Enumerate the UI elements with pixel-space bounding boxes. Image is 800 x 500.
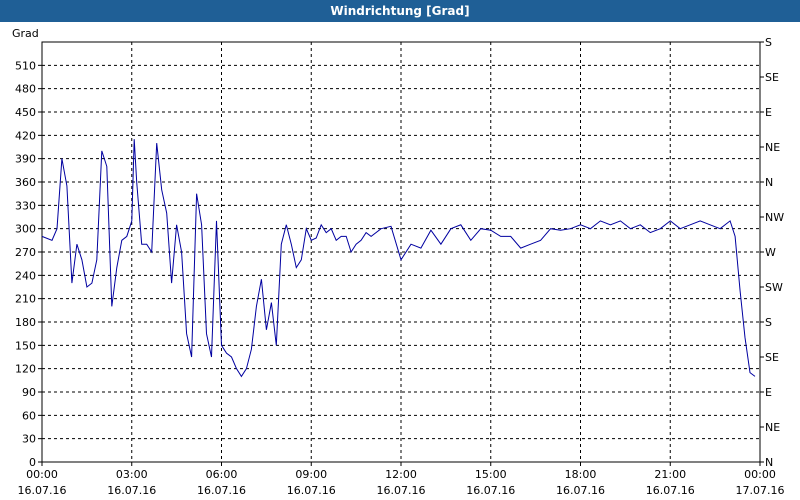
x-tick-time: 12:00 bbox=[385, 468, 417, 481]
right-tick-label: E bbox=[765, 106, 772, 119]
x-tick-date: 16.07.16 bbox=[466, 484, 515, 497]
y-tick-label: 150 bbox=[15, 339, 36, 352]
y-tick-label: 120 bbox=[15, 363, 36, 376]
x-tick-time: 06:00 bbox=[206, 468, 238, 481]
y-tick-label: 420 bbox=[15, 129, 36, 142]
y-tick-label: 480 bbox=[15, 83, 36, 96]
y-tick-label: 510 bbox=[15, 59, 36, 72]
right-tick-label: S bbox=[765, 316, 772, 329]
wind-direction-chart: 0306090120150180210240270300330360390420… bbox=[12, 27, 785, 497]
x-tick-time: 00:00 bbox=[26, 468, 58, 481]
x-tick-date: 16.07.16 bbox=[646, 484, 695, 497]
x-tick-date: 17.07.16 bbox=[736, 484, 785, 497]
y-tick-label: 30 bbox=[22, 433, 36, 446]
x-tick-time: 15:00 bbox=[475, 468, 507, 481]
grid-lines bbox=[42, 42, 760, 462]
y-tick-label: 210 bbox=[15, 293, 36, 306]
y-axis-label: Grad bbox=[12, 27, 39, 40]
y-tick-label: 360 bbox=[15, 176, 36, 189]
y-axis-right: NNEESESSWWNWNNEESES bbox=[760, 36, 784, 469]
y-tick-label: 90 bbox=[22, 386, 36, 399]
right-tick-label: E bbox=[765, 386, 772, 399]
x-tick-date: 16.07.16 bbox=[107, 484, 156, 497]
right-tick-label: SW bbox=[765, 281, 783, 294]
x-tick-time: 21:00 bbox=[654, 468, 686, 481]
window-title: Windrichtung [Grad] bbox=[0, 0, 800, 22]
y-tick-label: 60 bbox=[22, 409, 36, 422]
y-tick-label: 270 bbox=[15, 246, 36, 259]
x-tick-date: 16.07.16 bbox=[556, 484, 605, 497]
x-tick-date: 16.07.16 bbox=[287, 484, 336, 497]
x-axis: 00:00 16.07.16 03:00 16.07.16 06:00 16.07.16 0… bbox=[18, 462, 785, 497]
y-tick-label: 240 bbox=[15, 269, 36, 282]
right-tick-label: NW bbox=[765, 211, 784, 224]
x-tick-time: 18:00 bbox=[565, 468, 597, 481]
y-tick-label: 450 bbox=[15, 106, 36, 119]
right-tick-label: SE bbox=[765, 71, 779, 84]
y-tick-label: 180 bbox=[15, 316, 36, 329]
x-tick-time: 03:00 bbox=[116, 468, 148, 481]
y-axis-left: 0306090120150180210240270300330360390420… bbox=[15, 59, 42, 469]
x-tick-time: 09:00 bbox=[295, 468, 327, 481]
y-tick-label: 390 bbox=[15, 153, 36, 166]
x-tick-time: 00:00 bbox=[744, 468, 776, 481]
series-line bbox=[41, 139, 756, 378]
x-tick-date: 16.07.16 bbox=[197, 484, 246, 497]
y-tick-label: 330 bbox=[15, 199, 36, 212]
right-tick-label: NE bbox=[765, 141, 780, 154]
right-tick-label: N bbox=[765, 176, 773, 189]
right-tick-label: SE bbox=[765, 351, 779, 364]
y-tick-label: 300 bbox=[15, 223, 36, 236]
x-tick-date: 16.07.16 bbox=[18, 484, 67, 497]
right-tick-label: W bbox=[765, 246, 776, 259]
right-tick-label: S bbox=[765, 36, 772, 49]
x-tick-date: 16.07.16 bbox=[377, 484, 426, 497]
right-tick-label: NE bbox=[765, 421, 780, 434]
